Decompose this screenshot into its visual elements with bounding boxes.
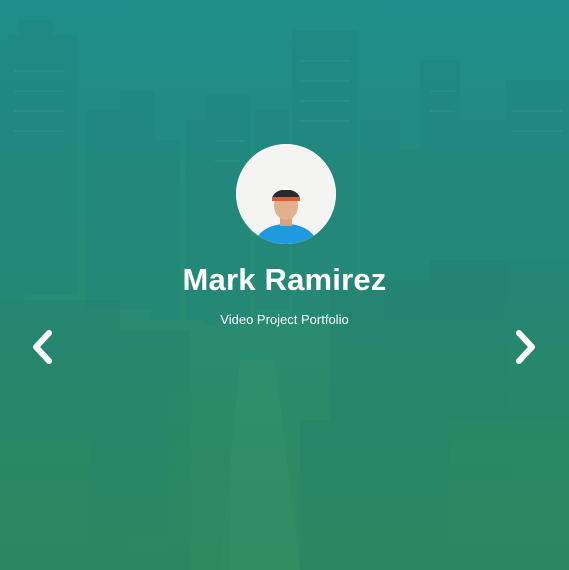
profile-name: Mark Ramirez <box>182 262 387 297</box>
chevron-left-icon <box>33 330 52 364</box>
profile-subtitle: Video Project Portfolio <box>220 312 349 327</box>
avatar <box>236 144 336 244</box>
carousel-next-button[interactable] <box>511 328 541 366</box>
chevron-right-icon <box>516 330 535 364</box>
carousel-prev-button[interactable] <box>27 328 57 366</box>
hero-banner: Mark Ramirez Video Project Portfolio <box>0 0 569 570</box>
